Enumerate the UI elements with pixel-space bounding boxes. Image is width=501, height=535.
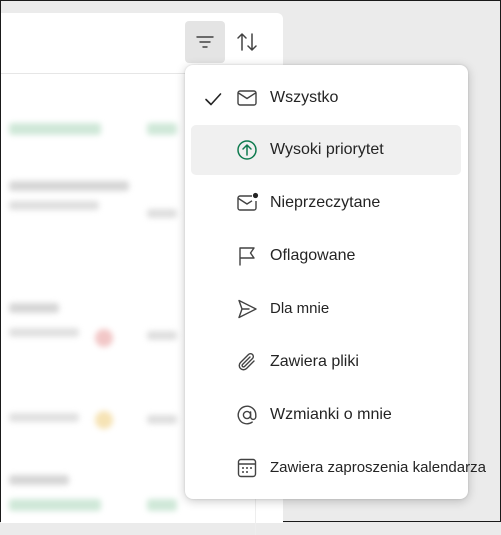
menu-item-calendar-invites[interactable]: Zawiera zaproszenia kalendarza (191, 443, 486, 493)
arrow-up-circle-icon (237, 140, 257, 160)
menu-item-flagged[interactable]: Oflagowane (191, 231, 461, 281)
menu-item-label: Wysoki priorytet (270, 141, 384, 158)
menu-item-has-files[interactable]: Zawiera pliki (191, 337, 461, 387)
blurred-icon (95, 329, 113, 347)
blurred-row (147, 209, 177, 218)
send-icon (238, 299, 257, 319)
blurred-row (9, 201, 99, 210)
blurred-row (147, 499, 177, 511)
checkmark-icon (205, 93, 222, 106)
blurred-row (9, 475, 69, 485)
menu-item-high-priority[interactable]: Wysoki priorytet (191, 125, 461, 175)
blurred-row (9, 303, 59, 313)
flag-icon (239, 247, 255, 266)
filter-lines-icon (196, 36, 214, 48)
attach-icon (238, 352, 255, 371)
blurred-row (147, 123, 177, 135)
menu-item-label: Oflagowane (270, 247, 356, 264)
mention-icon (237, 405, 257, 425)
blurred-row (9, 328, 79, 337)
menu-item-to-me[interactable]: Dla mnie (191, 284, 461, 334)
mail-icon (237, 90, 257, 106)
mail-unread-icon (237, 192, 259, 211)
sort-button[interactable] (227, 21, 267, 63)
blurred-row (9, 181, 129, 191)
menu-item-label: Nieprzeczytane (270, 194, 381, 211)
blurred-row (9, 413, 79, 422)
menu-item-label: Zawiera zaproszenia kalendarza (270, 459, 486, 476)
menu-item-label: Wzmianki o mnie (270, 406, 392, 423)
filter-button[interactable] (185, 21, 225, 63)
blurred-row (9, 499, 101, 511)
menu-item-unread[interactable]: Nieprzeczytane (191, 178, 461, 228)
blurred-row (147, 331, 177, 340)
menu-item-mentions[interactable]: Wzmianki o mnie (191, 390, 461, 440)
filter-menu: Wszystko Wysoki priorytet Nieprzeczytane… (185, 65, 486, 499)
menu-item-label: Wszystko (270, 89, 339, 106)
menu-item-label: Dla mnie (270, 300, 330, 317)
calendar-icon (237, 458, 257, 478)
blurred-row (147, 415, 177, 424)
blurred-row (9, 123, 101, 135)
menu-item-label: Zawiera pliki (270, 353, 359, 370)
menu-item-all[interactable]: Wszystko (191, 73, 461, 123)
blurred-icon (95, 411, 113, 429)
sort-arrows-icon (237, 33, 257, 51)
